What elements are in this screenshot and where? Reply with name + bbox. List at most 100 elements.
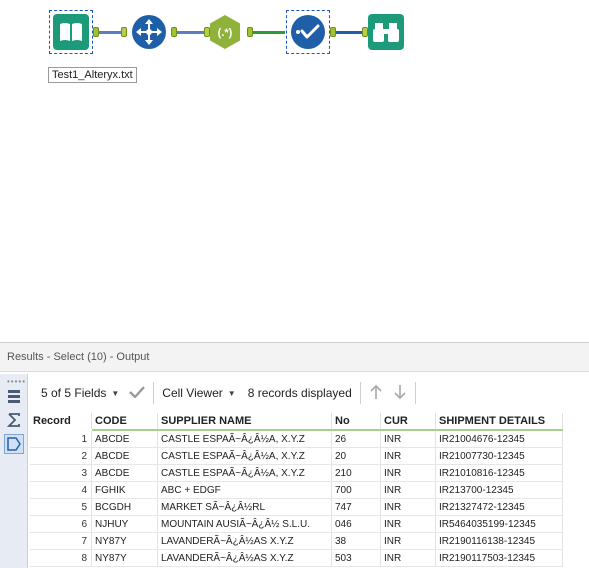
record-cell: 3	[30, 464, 92, 482]
binoculars-icon	[368, 14, 404, 50]
table-row[interactable]: 6 NJHUY MOUNTAIN AUSIÃ~Â¿Â½ S.L.U. 046 I…	[30, 515, 563, 533]
no-cell[interactable]: 26	[331, 430, 381, 448]
table-row[interactable]: 1 ABCDE CASTLE ESPAÃ~Â¿Â½A, X.Y.Z 26 INR…	[30, 430, 563, 448]
toolbar-divider	[414, 382, 416, 404]
cell-viewer-label: Cell Viewer	[162, 386, 223, 400]
scroll-down-button[interactable]	[393, 384, 407, 403]
table-row[interactable]: 4 FGHIK ABC + EDGF 700 INR IR213700-1234…	[30, 481, 563, 499]
regex-glyph: (.*)	[218, 27, 233, 39]
metadata-view-button[interactable]	[4, 410, 24, 430]
supplier-name-cell[interactable]: CASTLE ESPAÃ~Â¿Â½A, X.Y.Z	[157, 464, 332, 482]
connection-line	[253, 31, 285, 34]
cell-viewer-dropdown[interactable]: Cell Viewer ▼	[162, 386, 235, 400]
table-row[interactable]: 7 NY87Y LAVANDERÃ~Â¿Â½AS X.Y.Z 38 INR IR…	[30, 532, 563, 550]
regex-icon: (.*)	[210, 15, 240, 49]
apply-check-button[interactable]	[129, 385, 146, 401]
code-cell[interactable]: ABCDE	[91, 447, 158, 465]
records-count: 8 records displayed	[247, 386, 352, 400]
grip-handle[interactable]: •••••	[7, 377, 26, 386]
shipment-details-cell[interactable]: IR21007730-12345	[435, 447, 563, 465]
arrow-down-icon	[394, 384, 406, 399]
record-cell: 1	[30, 430, 92, 448]
results-toolbar: 5 of 5 Fields ▼ Cell Viewer ▼ 8 records …	[28, 374, 589, 412]
cur-cell[interactable]: INR	[380, 481, 436, 499]
chevron-down-icon: ▼	[111, 388, 120, 398]
shipment-details-cell[interactable]: IR2190116138-12345	[435, 532, 563, 550]
column-header-record[interactable]: Record	[30, 413, 92, 431]
connection-line	[336, 31, 362, 34]
supplier-name-cell[interactable]: MARKET SÃ~Â¿Â½RL	[157, 498, 332, 516]
no-cell[interactable]: 700	[331, 481, 381, 499]
messages-view-button[interactable]	[4, 386, 24, 406]
fields-dropdown[interactable]: 5 of 5 Fields ▼	[41, 386, 119, 400]
four-arrows-icon	[132, 15, 166, 49]
select-tool-10[interactable]	[286, 10, 330, 54]
book-icon	[53, 14, 89, 50]
select-tool[interactable]	[131, 14, 167, 50]
cur-cell[interactable]: INR	[380, 515, 436, 533]
column-header-supplier-name[interactable]: SUPPLIER NAME	[157, 413, 332, 431]
code-cell[interactable]: ABCDE	[91, 430, 158, 448]
toolbar-divider	[359, 382, 361, 404]
supplier-name-cell[interactable]: CASTLE ESPAÃ~Â¿Â½A, X.Y.Z	[157, 430, 332, 448]
shipment-details-cell[interactable]: IR21004676-12345	[435, 430, 563, 448]
supplier-name-cell[interactable]: LAVANDERÃ~Â¿Â½AS X.Y.Z	[157, 549, 332, 567]
column-header-cur[interactable]: CUR	[380, 413, 436, 431]
supplier-name-cell[interactable]: LAVANDERÃ~Â¿Â½AS X.Y.Z	[157, 532, 332, 550]
table-row[interactable]: 5 BCGDH MARKET SÃ~Â¿Â½RL 747 INR IR21327…	[30, 498, 563, 516]
cur-cell[interactable]: INR	[380, 549, 436, 567]
supplier-name-cell[interactable]: CASTLE ESPAÃ~Â¿Â½A, X.Y.Z	[157, 447, 332, 465]
no-cell[interactable]: 747	[331, 498, 381, 516]
connection-line	[177, 31, 204, 34]
column-header-code[interactable]: CODE	[91, 413, 158, 431]
shipment-details-cell[interactable]: IR21327472-12345	[435, 498, 563, 516]
no-cell[interactable]: 20	[331, 447, 381, 465]
code-cell[interactable]: BCGDH	[91, 498, 158, 516]
scroll-up-button[interactable]	[369, 384, 383, 403]
connection-line	[99, 31, 121, 34]
browse-tool[interactable]	[368, 14, 404, 50]
shipment-details-cell[interactable]: IR5464035199-12345	[435, 515, 563, 533]
no-cell[interactable]: 046	[331, 515, 381, 533]
fields-label: 5 of 5 Fields	[41, 386, 107, 400]
table-row[interactable]: 2 ABCDE CASTLE ESPAÃ~Â¿Â½A, X.Y.Z 20 INR…	[30, 447, 563, 465]
column-header-shipment-details[interactable]: SHIPMENT DETAILS	[435, 413, 563, 431]
code-cell[interactable]: NJHUY	[91, 515, 158, 533]
list-icon	[8, 390, 20, 403]
results-title: Results - Select (10) - Output	[0, 342, 589, 372]
no-cell[interactable]: 503	[331, 549, 381, 567]
toolbar-divider	[153, 382, 155, 404]
workflow-canvas[interactable]: (.*) Test1_Alteryx.txt	[0, 0, 589, 342]
header-row: Record CODE SUPPLIER NAME No CUR SHIPMEN…	[30, 413, 563, 431]
cur-cell[interactable]: INR	[380, 464, 436, 482]
cur-cell[interactable]: INR	[380, 447, 436, 465]
arrow-up-icon	[370, 384, 382, 399]
cur-cell[interactable]: INR	[380, 532, 436, 550]
column-header-no[interactable]: No	[331, 413, 381, 431]
data-view-button[interactable]	[4, 434, 24, 454]
record-cell: 4	[30, 481, 92, 499]
code-cell[interactable]: NY87Y	[91, 532, 158, 550]
shipment-details-cell[interactable]: IR213700-12345	[435, 481, 563, 499]
check-icon	[291, 15, 325, 49]
no-cell[interactable]: 38	[331, 532, 381, 550]
table-row[interactable]: 8 NY87Y LAVANDERÃ~Â¿Â½AS X.Y.Z 503 INR I…	[30, 549, 563, 567]
cur-cell[interactable]: INR	[380, 498, 436, 516]
sigma-icon	[6, 413, 20, 427]
shipment-details-cell[interactable]: IR2190117503-12345	[435, 549, 563, 567]
table-row[interactable]: 3 ABCDE CASTLE ESPAÃ~Â¿Â½A, X.Y.Z 210 IN…	[30, 464, 563, 482]
results-sidebar: •••••	[0, 374, 28, 568]
code-cell[interactable]: FGHIK	[91, 481, 158, 499]
record-cell: 5	[30, 498, 92, 516]
supplier-name-cell[interactable]: MOUNTAIN AUSIÃ~Â¿Â½ S.L.U.	[157, 515, 332, 533]
input-data-tool[interactable]	[49, 10, 93, 54]
supplier-name-cell[interactable]: ABC + EDGF	[157, 481, 332, 499]
code-cell[interactable]: ABCDE	[91, 464, 158, 482]
regex-tool[interactable]: (.*)	[207, 14, 243, 50]
input-anchor[interactable]	[121, 27, 127, 37]
cur-cell[interactable]: INR	[380, 430, 436, 448]
tool-annotation-label: Test1_Alteryx.txt	[48, 67, 137, 83]
shipment-details-cell[interactable]: IR21010816-12345	[435, 464, 563, 482]
code-cell[interactable]: NY87Y	[91, 549, 158, 567]
no-cell[interactable]: 210	[331, 464, 381, 482]
